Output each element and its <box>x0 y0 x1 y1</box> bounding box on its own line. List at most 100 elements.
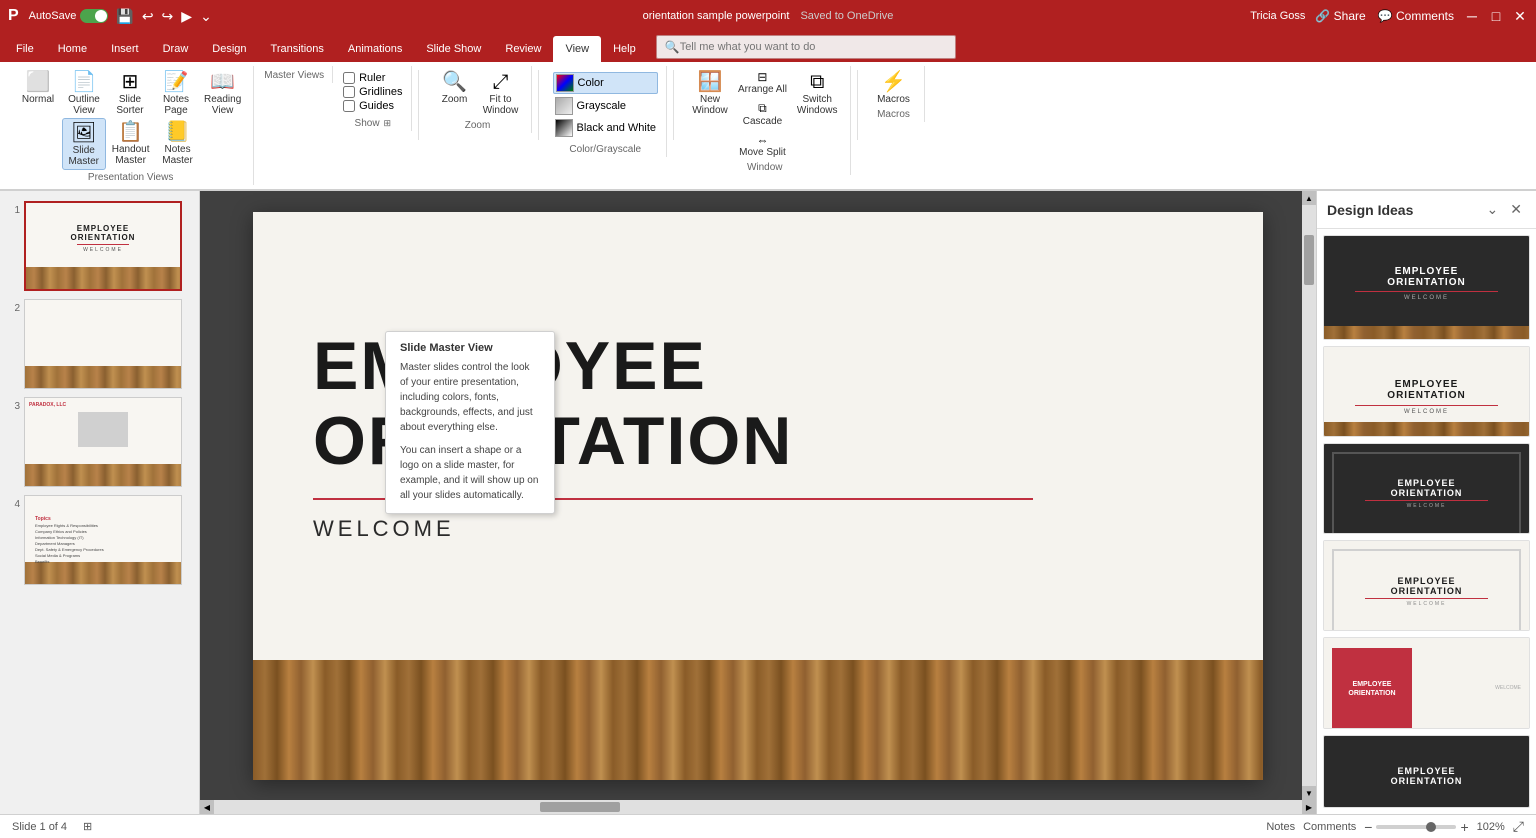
zoom-out-icon[interactable]: − <box>1364 819 1372 835</box>
tab-slideshow[interactable]: Slide Show <box>414 36 493 62</box>
color-box <box>556 74 574 92</box>
main-area: 1 EMPLOYEE ORIENTATION WELCOME 2 3 <box>0 191 1536 814</box>
minimize-button[interactable]: ─ <box>1464 8 1480 24</box>
macros-button[interactable]: ⚡ Macros <box>872 68 916 107</box>
tab-view[interactable]: View <box>553 36 601 62</box>
scroll-up-button[interactable]: ▲ <box>1302 191 1316 205</box>
group-show: Ruler Gridlines Guides Show ⊞ <box>335 66 411 131</box>
ruler-checkbox[interactable]: Ruler <box>343 72 402 84</box>
guides-input[interactable] <box>343 100 355 112</box>
design-idea-6[interactable]: EMPLOYEE ORIENTATION <box>1323 735 1530 808</box>
save-icon[interactable]: 💾 <box>114 6 135 27</box>
scroll-left-button[interactable]: ◀ <box>200 800 214 814</box>
view-notes-page[interactable]: 📝 NotesPage <box>154 68 198 118</box>
guides-checkbox[interactable]: Guides <box>343 100 402 112</box>
user-name: Tricia Goss <box>1250 10 1305 22</box>
zoom-in-icon[interactable]: + <box>1460 819 1468 835</box>
tab-design[interactable]: Design <box>200 36 258 62</box>
tab-insert[interactable]: Insert <box>99 36 151 62</box>
grayscale-option[interactable]: Grayscale <box>553 96 658 116</box>
tab-file[interactable]: File <box>4 36 46 62</box>
zoom-control[interactable]: − + 102% <box>1364 819 1505 835</box>
slide3-wood <box>25 464 181 486</box>
search-bar[interactable]: 🔍 <box>656 35 956 59</box>
comments-icon[interactable]: 💬 Comments <box>1376 7 1456 25</box>
restore-button[interactable]: □ <box>1488 8 1504 24</box>
design-panel-dropdown-icon[interactable]: ⌄ <box>1483 199 1503 220</box>
search-input[interactable] <box>680 41 880 53</box>
bw-label: Black and White <box>577 122 656 134</box>
slide2-wood <box>25 366 181 388</box>
scroll-thumb-h[interactable] <box>540 802 620 812</box>
fit-view-icon[interactable]: ⤢ <box>1513 818 1524 835</box>
cascade-button[interactable]: ⧉ Cascade <box>734 99 791 129</box>
slide-num-1: 1 <box>6 201 20 216</box>
comments-button[interactable]: Comments <box>1303 821 1356 833</box>
move-split-button[interactable]: ⇔ Move Split <box>734 131 791 160</box>
tab-review[interactable]: Review <box>493 36 553 62</box>
view-normal[interactable]: ⬜ Normal <box>16 68 60 107</box>
design-ideas-list: EMPLOYEE ORIENTATION WELCOME EMPLOYEE OR… <box>1317 229 1536 814</box>
show-expand-icon[interactable]: ⊞ <box>384 118 392 129</box>
scroll-thumb-v[interactable] <box>1304 235 1314 285</box>
color-option[interactable]: Color <box>553 72 658 94</box>
bw-option[interactable]: Black and White <box>553 118 658 138</box>
divider-1 <box>418 70 419 140</box>
zoom-thumb <box>1426 822 1436 832</box>
ribbon-content: ⬜ Normal 📄 OutlineView ⊞ SlideSorter 📝 N… <box>0 62 1536 190</box>
scroll-down-button[interactable]: ▼ <box>1302 786 1316 800</box>
idea-img-5: EMPLOYEEORIENTATION WELCOME <box>1324 638 1529 728</box>
idea-img-6: EMPLOYEE ORIENTATION <box>1324 736 1529 808</box>
switch-windows-button[interactable]: ⧉ SwitchWindows <box>793 68 842 118</box>
view-outline[interactable]: 📄 OutlineView <box>62 68 106 118</box>
view-slide-sorter[interactable]: ⊞ SlideSorter <box>108 68 152 118</box>
zoom-button[interactable]: 🔍 Zoom <box>433 68 477 107</box>
notes-master-label: NotesMaster <box>162 144 193 166</box>
gridlines-checkbox[interactable]: Gridlines <box>343 86 402 98</box>
more-icon[interactable]: ⌄ <box>198 6 214 27</box>
slide-master-icon: 🖼 <box>71 121 96 145</box>
zoom-slider[interactable] <box>1376 825 1456 829</box>
tab-transitions[interactable]: Transitions <box>259 36 336 62</box>
close-button[interactable]: ✕ <box>1512 8 1528 24</box>
view-slide-master[interactable]: 🖼 SlideMaster <box>62 118 106 170</box>
autosave-switch[interactable] <box>80 9 108 23</box>
slide-thumb-3[interactable]: 3 PARADOX, LLC <box>4 395 195 489</box>
tab-draw[interactable]: Draw <box>151 36 201 62</box>
fit-to-window-button[interactable]: ⤢ Fit toWindow <box>479 68 523 118</box>
design-idea-5[interactable]: EMPLOYEEORIENTATION WELCOME <box>1323 637 1530 728</box>
undo-icon[interactable]: ↩ <box>140 6 156 27</box>
outline-label: OutlineView <box>68 94 100 116</box>
design-idea-4[interactable]: EMPLOYEE ORIENTATION WELCOME <box>1323 540 1530 631</box>
design-idea-3[interactable]: EMPLOYEE ORIENTATION WELCOME <box>1323 443 1530 534</box>
autosave-toggle[interactable]: AutoSave <box>29 9 109 23</box>
present-icon[interactable]: ▶ <box>179 6 194 27</box>
group-presentation-views: ⬜ Normal 📄 OutlineView ⊞ SlideSorter 📝 N… <box>8 66 254 185</box>
handout-label: HandoutMaster <box>112 144 150 166</box>
horizontal-scrollbar[interactable]: ◀ ▶ <box>200 800 1316 814</box>
slide-thumb-1[interactable]: 1 EMPLOYEE ORIENTATION WELCOME <box>4 199 195 293</box>
notes-button[interactable]: Notes <box>1266 821 1295 833</box>
ribbon: File Home Insert Draw Design Transitions… <box>0 32 1536 191</box>
slide-thumb-2[interactable]: 2 <box>4 297 195 391</box>
arrange-all-button[interactable]: ⊟ Arrange All <box>734 68 791 97</box>
gridlines-input[interactable] <box>343 86 355 98</box>
tab-home[interactable]: Home <box>46 36 99 62</box>
ruler-input[interactable] <box>343 72 355 84</box>
design-panel-close-icon[interactable]: ✕ <box>1506 199 1526 220</box>
slide-thumb-4[interactable]: 4 Topics Employee Rights & Responsibilit… <box>4 493 195 587</box>
redo-icon[interactable]: ↪ <box>160 6 176 27</box>
scroll-right-button[interactable]: ▶ <box>1302 800 1316 814</box>
view-notes-master[interactable]: 📒 NotesMaster <box>156 118 200 168</box>
new-window-button[interactable]: 🪟 NewWindow <box>688 68 732 118</box>
view-handout-master[interactable]: 📋 HandoutMaster <box>108 118 154 168</box>
tab-animations[interactable]: Animations <box>336 36 414 62</box>
share-icon[interactable]: 🔗 Share <box>1313 7 1367 25</box>
tab-help[interactable]: Help <box>601 36 648 62</box>
saved-status: Saved to OneDrive <box>800 10 893 22</box>
vertical-scrollbar[interactable]: ▲ ▼ <box>1302 191 1316 800</box>
design-idea-1[interactable]: EMPLOYEE ORIENTATION WELCOME <box>1323 235 1530 340</box>
design-idea-2[interactable]: EMPLOYEE ORIENTATION WELCOME <box>1323 346 1530 437</box>
view-reading[interactable]: 📖 ReadingView <box>200 68 245 118</box>
canvas-container: Slide Master View Master slides control … <box>200 191 1316 814</box>
